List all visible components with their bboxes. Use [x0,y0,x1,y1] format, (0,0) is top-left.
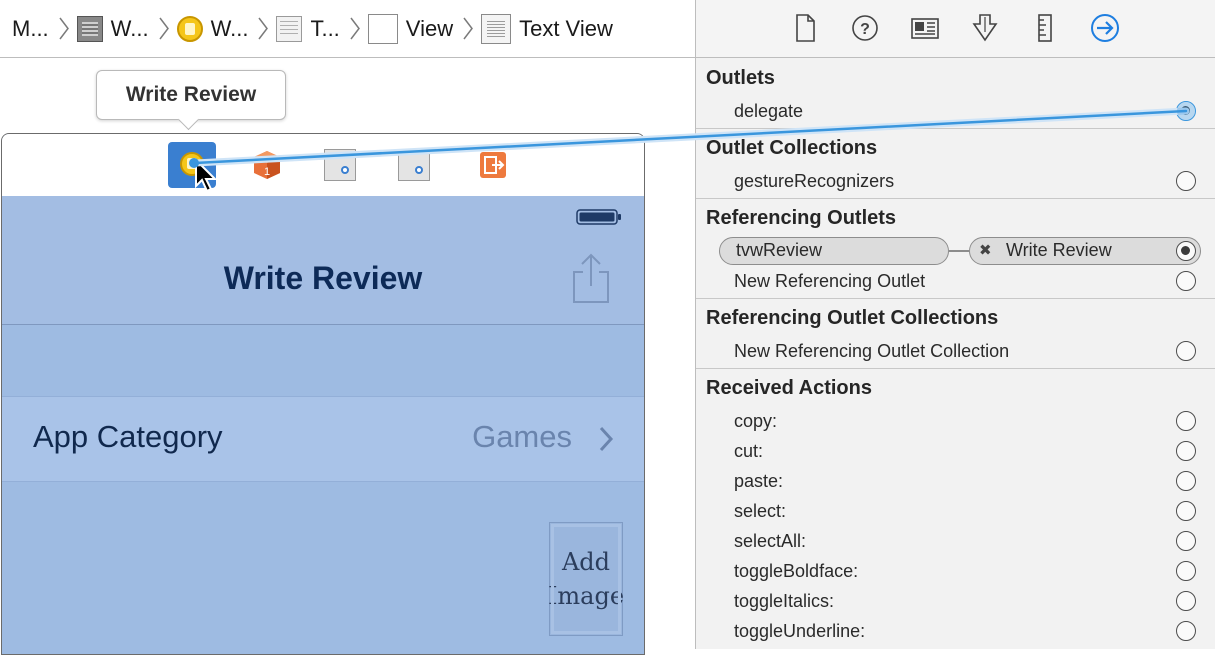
outlet-delegate: delegate [734,101,804,121]
add-image-button[interactable]: Add Image [547,522,625,636]
view-controller-icon [176,15,203,42]
first-responder-icon[interactable]: 1 [250,148,284,182]
exit-icon[interactable] [476,148,510,182]
svg-text:?: ? [860,21,870,38]
chevron-right-icon [158,17,169,40]
connections-inspector: ? Outlets delegate Outlet Collections ge… [695,0,1215,649]
app-category-label: App Category [33,419,223,454]
new-referencing-outlet-connector[interactable] [1176,271,1196,291]
crumb-table-view[interactable]: T... [276,0,340,57]
crumb-scene[interactable]: W... [76,0,149,57]
navigation-bar: Write Review [2,196,644,325]
file-inspector-icon[interactable] [789,12,821,44]
divider [696,198,1215,199]
divider [696,128,1215,129]
outlet-gesture-recognizers-connector[interactable] [1176,171,1196,191]
new-referencing-outlet-collection: New Referencing Outlet Collection [734,341,1010,361]
quick-help-icon[interactable]: ? [849,12,881,44]
crumb-label: Text View [519,15,613,41]
referencing-outlet-collections-header: Referencing Outlet Collections [706,307,999,329]
share-icon[interactable] [570,252,612,304]
crumb-view[interactable]: View [367,0,454,57]
action-paste-connector[interactable] [1176,471,1196,491]
scene-icon [76,15,103,42]
add-image-label-line2: Image [547,582,625,610]
table-section-spacer [2,325,644,395]
size-inspector-icon[interactable] [1029,12,1061,44]
action-copy: copy: [734,411,778,431]
outlet-delegate-connector[interactable] [1176,101,1196,121]
chevron-right-icon [599,426,614,452]
action-select-all-connector[interactable] [1176,531,1196,551]
received-actions-header: Received Actions [706,377,872,399]
action-toggle-boldface: toggleBoldface: [734,561,859,581]
divider [696,298,1215,299]
object-dock-icon[interactable] [398,149,430,181]
storyboard-canvas: M... W... W... T... View Text View Write… [0,0,695,655]
outlets-header: Outlets [706,67,775,89]
crumb-label: View [405,15,454,41]
crumb-label: T... [310,15,340,41]
object-dock-icon[interactable] [324,149,356,181]
outlet-collections-header: Outlet Collections [706,137,878,159]
referencing-outlets-header: Referencing Outlets [706,207,897,229]
action-toggle-italics: toggleItalics: [734,591,835,611]
action-toggle-underline: toggleUnderline: [734,621,866,641]
action-copy-connector[interactable] [1176,411,1196,431]
outlet-gesture-recognizers: gestureRecognizers [734,171,895,191]
divider [696,368,1215,369]
connections-inspector-icon[interactable] [1089,12,1121,44]
new-referencing-outlet-collection-connector[interactable] [1176,341,1196,361]
crumb-storyboard[interactable]: M... [0,0,49,57]
attributes-inspector-icon[interactable] [969,12,1001,44]
inspector-tab-bar: ? [696,0,1215,58]
scene: 1 Write Review App Category Games Add Im… [1,133,645,655]
action-select-all: selectAll: [734,531,807,551]
action-toggle-italics-connector[interactable] [1176,591,1196,611]
referencing-outlet-connector[interactable] [1176,241,1196,261]
chevron-right-icon [59,17,69,40]
svg-text:1: 1 [264,166,270,178]
action-toggle-boldface-connector[interactable] [1176,561,1196,581]
action-select: select: [734,501,787,521]
crumb-label: W... [110,15,149,41]
jump-bar: M... W... W... T... View Text View [0,0,695,58]
referencing-outlet-target-pill[interactable]: Write Review [969,237,1201,265]
action-select-connector[interactable] [1176,501,1196,521]
crumb-label: W... [210,15,249,41]
crumb-text-view[interactable]: Text View [481,0,613,57]
text-view-icon [481,13,512,44]
remove-connection-icon[interactable]: ✖ [979,241,992,259]
chevron-right-icon [463,17,474,40]
action-paste: paste: [734,471,784,491]
referencing-outlet-name-pill[interactable]: tvwReview [719,237,949,265]
add-image-label-line1: Add [561,548,611,576]
action-cut-connector[interactable] [1176,441,1196,461]
crumb-label: M... [12,15,49,41]
battery-icon [576,209,621,225]
action-cut: cut: [734,441,764,461]
action-toggle-underline-connector[interactable] [1176,621,1196,641]
view-icon [367,13,398,44]
scene-dock: 1 [2,134,644,197]
table-view-icon [276,15,303,42]
chevron-right-icon [350,17,360,40]
pill-connector [949,250,969,252]
app-category-value: Games [472,419,572,454]
tooltip-text: Write Review [125,83,257,106]
identity-inspector-icon[interactable] [909,12,941,44]
mouse-cursor-icon [195,158,218,193]
chevron-right-icon [258,17,269,40]
new-referencing-outlet: New Referencing Outlet [734,271,926,291]
app-category-row[interactable]: App Category Games [2,396,644,482]
nav-title: Write Review [223,260,423,296]
crumb-view-controller[interactable]: W... [176,0,249,57]
